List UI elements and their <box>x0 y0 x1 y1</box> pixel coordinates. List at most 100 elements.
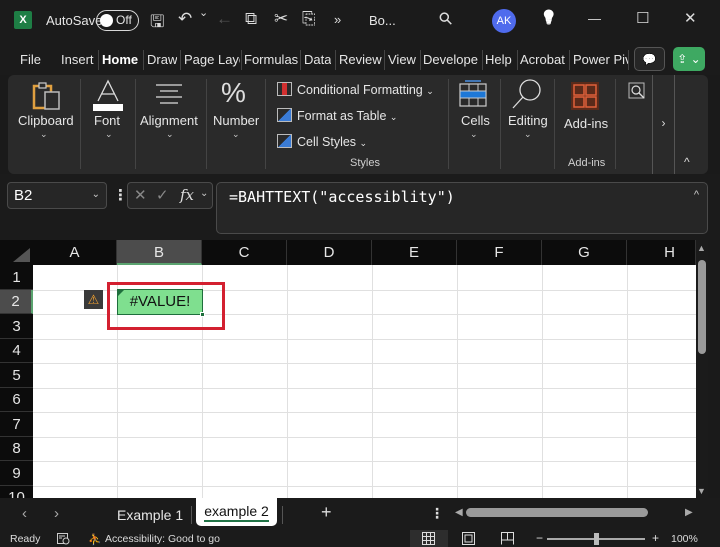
formula-input[interactable]: =BAHTTEXT("accessiblity") ^ <box>216 182 708 234</box>
document-title[interactable]: Bo... <box>369 13 396 28</box>
tab-view[interactable]: View <box>388 52 416 67</box>
name-box[interactable]: B2 ⌄ <box>7 182 107 209</box>
close-icon[interactable]: ✕ <box>684 9 697 27</box>
zoom-slider-thumb[interactable] <box>593 533 599 545</box>
column-header-b[interactable]: B <box>117 240 202 265</box>
column-header-d[interactable]: D <box>287 240 372 265</box>
clipboard-group[interactable]: Clipboard ⌄ <box>8 75 80 174</box>
cell-styles-button[interactable]: Cell Styles ⌄ <box>277 134 367 149</box>
scroll-up-icon[interactable]: ▲ <box>697 243 706 253</box>
maximize-icon[interactable]: ☐ <box>636 9 649 27</box>
horizontal-scroll-thumb[interactable] <box>466 508 648 517</box>
clipboard-icon <box>32 82 60 110</box>
share-button[interactable]: ⇪ ⌄ <box>673 47 705 71</box>
cancel-icon[interactable]: ✕ <box>134 186 147 204</box>
autosave-toggle[interactable]: Off <box>96 10 139 31</box>
tab-split-handle[interactable]: ⋮ <box>430 505 444 522</box>
spreadsheet-grid[interactable]: A B C D E F G H 1 2 3 4 5 6 7 8 9 10 ⚠ #… <box>0 240 708 498</box>
minimize-icon[interactable]: — <box>588 11 601 26</box>
error-warning-button[interactable]: ⚠ <box>84 290 103 309</box>
group-divider <box>615 79 616 169</box>
cells-group[interactable]: Cells ⌄ <box>449 75 499 174</box>
row-header-1[interactable]: 1 <box>0 265 33 290</box>
tab-acrobat[interactable]: Acrobat <box>520 52 565 67</box>
tab-insert[interactable]: Insert <box>61 52 94 67</box>
page-break-preview-icon[interactable] <box>501 532 514 545</box>
font-icon <box>93 79 123 111</box>
tab-power-pivot[interactable]: Power Piv <box>573 52 628 67</box>
row-header-6[interactable]: 6 <box>0 388 33 412</box>
analyze-data-icon[interactable] <box>628 82 646 100</box>
tab-data[interactable]: Data <box>304 52 331 67</box>
collapse-ribbon-button[interactable]: ^ <box>684 155 690 169</box>
ribbon-scroll-right-button[interactable]: › <box>652 75 675 174</box>
tab-file[interactable]: File <box>20 52 41 67</box>
column-header-c[interactable]: C <box>202 240 287 265</box>
scroll-down-icon[interactable]: ▼ <box>697 486 706 496</box>
font-group[interactable]: Font ⌄ <box>81 75 135 174</box>
gridline <box>542 265 543 498</box>
next-sheet-icon[interactable]: › <box>54 505 59 522</box>
tab-draw[interactable]: Draw <box>147 52 177 67</box>
more-commands-icon[interactable]: » <box>334 12 341 27</box>
insert-function-icon[interactable]: fx <box>180 186 194 204</box>
row-header-3[interactable]: 3 <box>0 314 33 339</box>
accessibility-status[interactable]: Accessibility: Good to go <box>105 533 220 545</box>
alignment-group[interactable]: Alignment ⌄ <box>136 75 206 174</box>
previous-sheet-icon[interactable]: ‹ <box>22 505 27 522</box>
tab-developer[interactable]: Develope <box>423 52 479 67</box>
page-layout-view-icon[interactable] <box>462 532 475 545</box>
back-icon[interactable]: ← <box>216 9 233 29</box>
column-header-a[interactable]: A <box>33 240 117 265</box>
zoom-level[interactable]: 100% <box>671 533 698 545</box>
column-header-g[interactable]: G <box>542 240 627 265</box>
tab-page-layout[interactable]: Page Layo <box>184 52 240 67</box>
undo-icon[interactable]: ↶ <box>178 9 192 29</box>
row-header-5[interactable]: 5 <box>0 363 33 388</box>
cut-icon[interactable]: ✂ <box>274 9 288 29</box>
row-header-4[interactable]: 4 <box>0 339 33 363</box>
enter-icon[interactable]: ✓ <box>156 186 169 204</box>
tab-separator <box>335 50 336 70</box>
select-all-button[interactable] <box>0 240 33 265</box>
macro-recording-icon[interactable] <box>57 533 70 545</box>
vertical-scroll-thumb[interactable] <box>698 260 706 354</box>
sheet-tab-example-1[interactable]: Example 1 <box>117 507 183 523</box>
add-sheet-button[interactable]: + <box>321 502 332 523</box>
normal-view-button[interactable] <box>410 530 448 547</box>
copy-icon[interactable]: ⧉ <box>245 9 257 29</box>
undo-dropdown-icon[interactable]: ⌄ <box>199 6 208 19</box>
paste-special-icon[interactable]: ⎘ <box>302 9 316 29</box>
row-header-7[interactable]: 7 <box>0 412 33 437</box>
vertical-scrollbar[interactable]: ▲ ▼ <box>696 240 708 498</box>
tab-review[interactable]: Review <box>339 52 382 67</box>
scroll-left-icon[interactable]: ◀ <box>455 507 463 518</box>
row-header-10[interactable]: 10 <box>0 486 33 498</box>
sheet-tab-example-2[interactable]: example 2 <box>196 498 277 526</box>
zoom-in-button[interactable]: + <box>652 531 659 545</box>
row-header-2[interactable]: 2 <box>0 290 33 314</box>
search-icon[interactable]: ⚲ <box>435 8 458 31</box>
editing-group[interactable]: Editing ⌄ <box>501 75 553 174</box>
user-avatar[interactable]: AK <box>492 9 516 33</box>
scroll-right-icon[interactable]: ▶ <box>685 507 693 518</box>
conditional-formatting-button[interactable]: Conditional Formatting ⌄ <box>277 82 434 97</box>
tab-home[interactable]: Home <box>102 52 138 67</box>
row-header-8[interactable]: 8 <box>0 437 33 461</box>
chevron-down-icon[interactable]: ⌄ <box>200 188 208 199</box>
collapse-formula-bar-icon[interactable]: ^ <box>694 189 699 201</box>
column-header-h[interactable]: H <box>627 240 696 265</box>
save-icon[interactable]: 🖫 <box>150 9 164 38</box>
comments-button[interactable]: 💬 <box>634 47 665 71</box>
column-header-e[interactable]: E <box>372 240 457 265</box>
tab-help[interactable]: Help <box>485 52 512 67</box>
lightbulb-icon[interactable]: 💡 <box>540 9 557 26</box>
number-group[interactable]: % Number ⌄ <box>207 75 265 174</box>
chevron-down-icon: ⌄ <box>470 129 478 139</box>
row-header-9[interactable]: 9 <box>0 461 33 486</box>
zoom-out-button[interactable]: − <box>536 531 543 545</box>
tab-formulas[interactable]: Formulas <box>244 52 298 67</box>
formula-bar-resize-handle[interactable]: ⋮ <box>113 186 128 204</box>
format-as-table-button[interactable]: Format as Table ⌄ <box>277 108 397 123</box>
column-header-f[interactable]: F <box>457 240 542 265</box>
